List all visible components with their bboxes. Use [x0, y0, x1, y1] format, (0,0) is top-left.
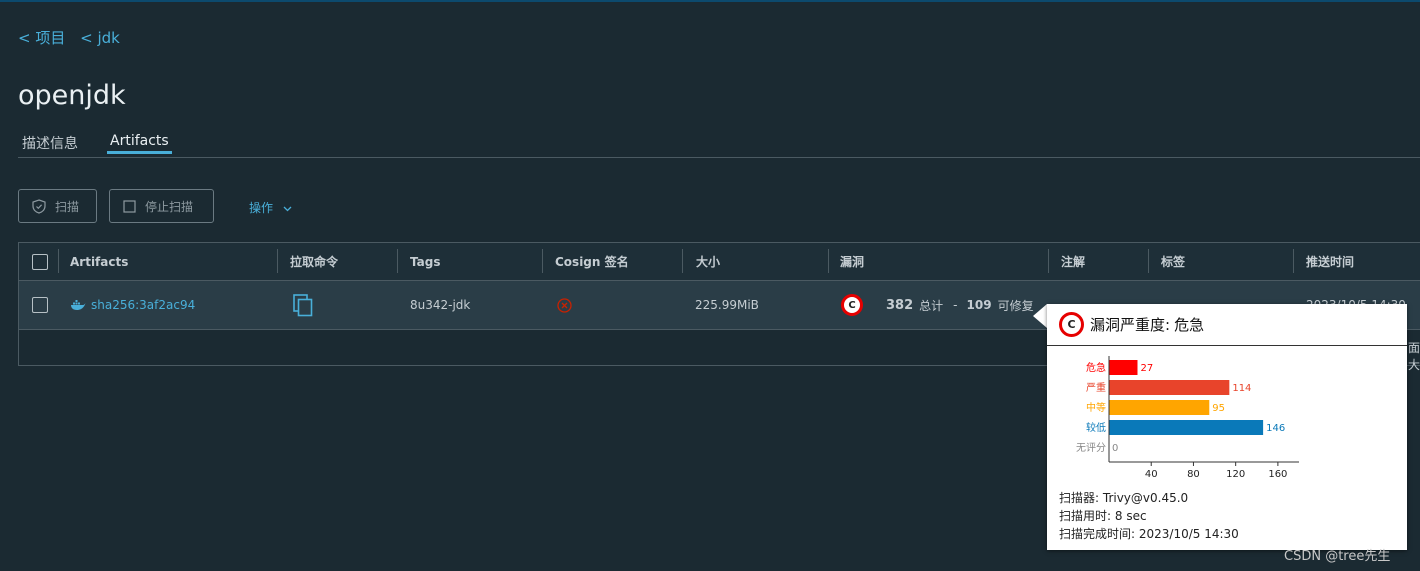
value-label-1: 114: [1232, 383, 1251, 394]
tab-description[interactable]: 描述信息: [19, 133, 81, 158]
x-tick-label-0: 40: [1145, 469, 1158, 480]
scan-completed-info: 扫描完成时间: 2023/10/5 14:30: [1059, 525, 1239, 542]
header-sep-7: [1048, 249, 1049, 273]
scan-duration-info: 扫描用时: 8 sec: [1059, 507, 1147, 524]
vuln-separator: -: [953, 298, 958, 312]
row-select-checkbox[interactable]: [32, 297, 48, 313]
header-select-cell: [32, 243, 48, 280]
unsigned-x-circle-icon: [557, 297, 572, 313]
bar-3: [1109, 420, 1264, 435]
vulnerability-severity-popup: C 漏洞严重度: 危急 危急 27 严重 114 中等 95 较低 146 无评分 0 40 80 120…: [1047, 304, 1407, 550]
scan-completed-value: 2023/10/5 14:30: [1138, 527, 1239, 541]
header-sep-8: [1148, 249, 1149, 273]
actions-dropdown-label: 操作: [249, 201, 274, 215]
value-label-4: 0: [1112, 443, 1118, 454]
tab-artifacts[interactable]: Artifacts: [107, 133, 172, 154]
tab-bar: 描述信息 Artifacts: [18, 133, 1420, 158]
header-sep-9: [1293, 249, 1294, 273]
category-label-3: 较低: [1086, 421, 1106, 434]
popup-arrow: [1033, 304, 1047, 328]
vuln-total-label: 总计: [919, 298, 944, 313]
column-header-tags[interactable]: Tags: [410, 243, 440, 280]
page-title: openjdk: [18, 80, 126, 111]
scan-button-label: 扫描: [55, 199, 80, 214]
bar-2: [1109, 400, 1210, 415]
popup-title: 漏洞严重度: 危急: [1090, 314, 1204, 335]
tag-cell: 8u342-jdk: [410, 298, 471, 312]
bar-0: [1109, 360, 1138, 375]
shield-icon: [32, 198, 46, 214]
category-label-1: 严重: [1086, 381, 1106, 394]
column-header-artifacts[interactable]: Artifacts: [70, 243, 128, 280]
breadcrumb: < 项目 < jdk: [18, 27, 130, 48]
datagrid-header: Artifacts 拉取命令 Tags Cosign 签名 大小 漏洞 注解 标…: [19, 243, 1420, 281]
scanner-label: 扫描器:: [1059, 491, 1100, 505]
header-sep-6: [828, 249, 829, 273]
cosign-cell: [557, 281, 572, 329]
select-all-checkbox[interactable]: [32, 253, 48, 270]
vuln-total-count: 382: [886, 297, 914, 313]
popup-title-prefix: 漏洞严重度:: [1090, 316, 1171, 334]
header-sep-1: [58, 249, 59, 273]
critical-severity-badge[interactable]: C: [841, 294, 863, 316]
scan-button[interactable]: 扫描: [18, 189, 97, 223]
column-header-push-time[interactable]: 推送时间: [1306, 243, 1354, 280]
value-label-3: 146: [1266, 423, 1285, 434]
header-sep-4: [542, 249, 543, 273]
pull-command-cell: [293, 281, 313, 329]
x-tick-label-1: 80: [1187, 469, 1200, 480]
popup-header: C 漏洞严重度: 危急: [1047, 304, 1407, 346]
vuln-fixable-label: 可修复: [997, 298, 1034, 313]
stop-scan-button-label: 停止扫描: [145, 199, 194, 214]
breadcrumb-repo-link[interactable]: < jdk: [80, 29, 120, 47]
category-label-2: 中等: [1086, 401, 1106, 414]
popup-title-severity: 危急: [1174, 316, 1205, 334]
category-label-4: 无评分: [1076, 442, 1106, 454]
top-accent-line: [0, 0, 1420, 2]
size-cell: 225.99MiB: [695, 298, 759, 312]
scanner-value: Trivy@v0.45.0: [1102, 491, 1189, 505]
header-sep-5: [682, 249, 683, 273]
category-label-0: 危急: [1086, 361, 1106, 374]
column-header-pull-command[interactable]: 拉取命令: [290, 243, 338, 280]
row-select-cell: [32, 281, 48, 329]
breadcrumb-project-link[interactable]: < 项目: [18, 29, 65, 47]
scan-completed-label: 扫描完成时间:: [1059, 527, 1136, 541]
severity-bar-chart: 危急 27 严重 114 中等 95 较低 146 无评分 0 40 80 120 160: [1076, 356, 1299, 480]
docker-whale-icon: [70, 299, 86, 311]
copy-icon[interactable]: [293, 293, 313, 317]
x-tick-label-3: 160: [1268, 469, 1287, 480]
vulnerability-cell[interactable]: C 382 总计 - 109 可修复: [841, 281, 1034, 329]
value-label-0: 27: [1141, 363, 1154, 374]
footer-overflow-text: 面大: [1408, 341, 1420, 372]
scan-duration-value: 8 sec: [1114, 509, 1147, 523]
watermark: CSDN @tree先生: [1284, 549, 1391, 564]
vuln-fixable-count: 109: [966, 298, 992, 312]
column-header-annotations[interactable]: 注解: [1061, 243, 1085, 280]
column-header-cosign[interactable]: Cosign 签名: [555, 243, 629, 280]
critical-c-icon: C: [1059, 312, 1084, 337]
artifact-digest-link[interactable]: sha256:3af2ac94: [91, 298, 195, 312]
column-header-labels[interactable]: 标签: [1161, 243, 1185, 280]
bar-1: [1109, 380, 1230, 395]
value-label-2: 95: [1212, 403, 1225, 414]
chevron-down-icon: [283, 201, 292, 215]
scanner-info: 扫描器: Trivy@v0.45.0: [1059, 489, 1188, 506]
column-header-size[interactable]: 大小: [696, 243, 720, 280]
header-sep-3: [397, 249, 398, 273]
header-sep-2: [277, 249, 278, 273]
scan-duration-label: 扫描用时:: [1059, 509, 1112, 523]
x-tick-label-2: 120: [1226, 469, 1245, 480]
stop-square-icon: [123, 199, 136, 213]
stop-scan-button[interactable]: 停止扫描: [109, 189, 214, 223]
column-header-vulnerabilities[interactable]: 漏洞: [840, 243, 864, 280]
artifact-cell: sha256:3af2ac94: [70, 281, 195, 329]
actions-dropdown[interactable]: 操作: [249, 199, 292, 216]
